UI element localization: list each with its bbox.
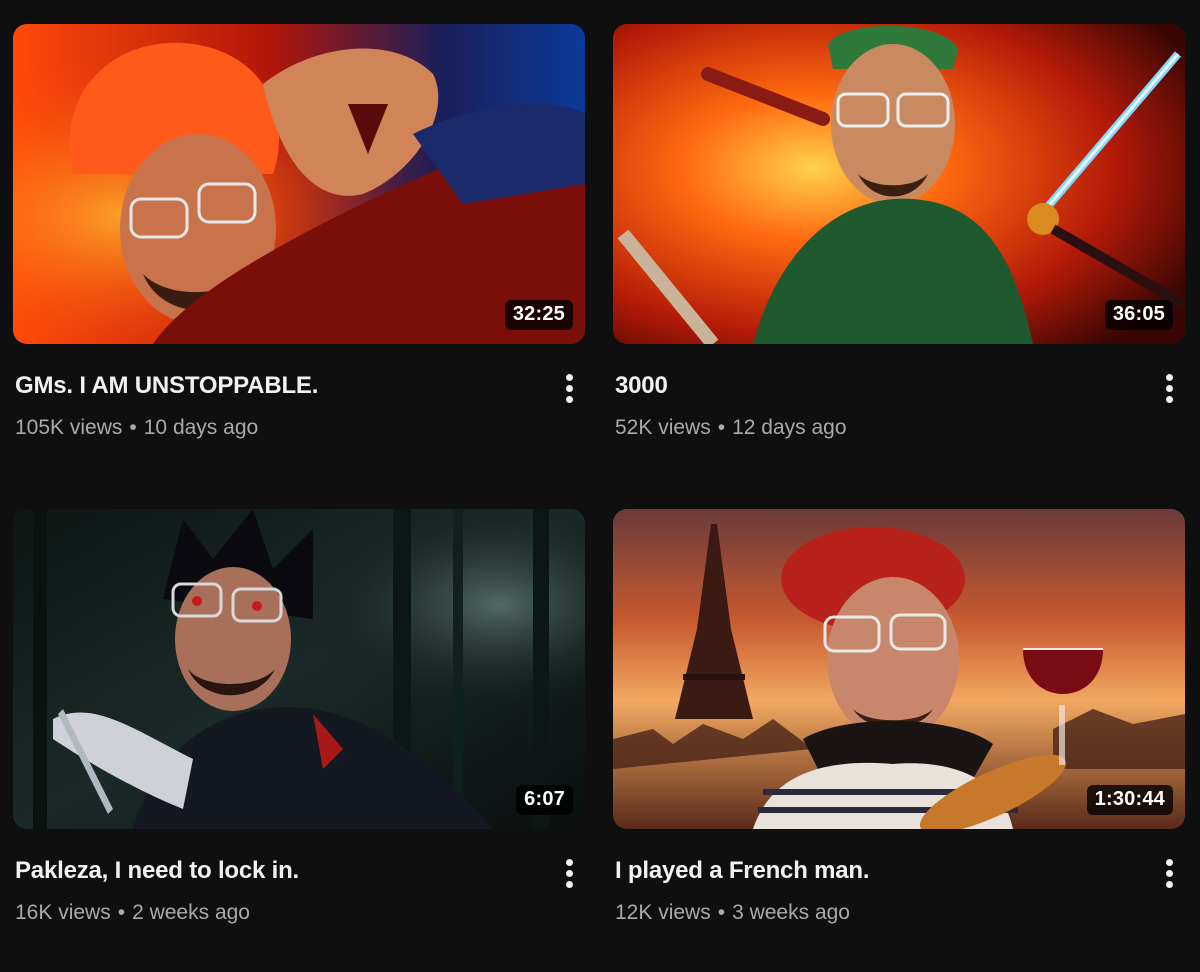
video-card[interactable]: 1:30:44 I played a French man. 12K views…: [613, 509, 1185, 926]
video-stats: 105K views • 10 days ago: [15, 415, 585, 441]
video-title[interactable]: Pakleza, I need to lock in.: [15, 856, 585, 886]
thumbnail-image: [613, 509, 1185, 829]
vertical-ellipsis-icon[interactable]: [1157, 859, 1181, 893]
video-thumbnail[interactable]: 1:30:44: [613, 509, 1185, 829]
video-thumbnail[interactable]: 6:07: [13, 509, 585, 829]
video-title[interactable]: GMs. I AM UNSTOPPABLE.: [15, 371, 585, 401]
video-duration: 1:30:44: [1086, 785, 1173, 815]
video-title[interactable]: 3000: [615, 371, 1185, 401]
video-title[interactable]: I played a French man.: [615, 856, 1185, 886]
separator-dot: •: [129, 416, 137, 439]
video-views: 52K views: [615, 416, 711, 439]
video-stats: 12K views • 3 weeks ago: [615, 900, 1185, 926]
vertical-ellipsis-icon[interactable]: [557, 374, 581, 408]
video-stats: 52K views • 12 days ago: [615, 415, 1185, 441]
thumbnail-image: [13, 24, 585, 344]
video-duration: 32:25: [504, 300, 573, 330]
video-card[interactable]: 36:05 3000 52K views • 12 days ago: [613, 24, 1185, 441]
video-meta: I played a French man. 12K views • 3 weeks…: [613, 829, 1185, 926]
video-duration: 36:05: [1104, 300, 1173, 330]
separator-dot: •: [717, 416, 726, 439]
video-views: 105K views: [15, 416, 123, 439]
separator-dot: •: [117, 901, 126, 924]
video-views: 12K views: [615, 901, 711, 924]
vertical-ellipsis-icon[interactable]: [557, 859, 581, 893]
video-card[interactable]: 32:25 GMs. I AM UNSTOPPABLE. 105K views •…: [13, 24, 585, 441]
video-stats: 16K views • 2 weeks ago: [15, 900, 585, 926]
video-thumbnail[interactable]: 32:25: [13, 24, 585, 344]
video-duration: 6:07: [516, 785, 573, 815]
video-age: 10 days ago: [143, 416, 259, 439]
video-meta: 3000 52K views • 12 days ago: [613, 344, 1185, 441]
video-card[interactable]: 6:07 Pakleza, I need to lock in. 16K vie…: [13, 509, 585, 926]
video-age: 12 days ago: [732, 416, 847, 439]
video-meta: Pakleza, I need to lock in. 16K views • 2 …: [13, 829, 585, 926]
video-age: 2 weeks ago: [132, 901, 250, 924]
video-age: 3 weeks ago: [732, 901, 850, 924]
thumbnail-image: [13, 509, 585, 829]
vertical-ellipsis-icon[interactable]: [1157, 374, 1181, 408]
separator-dot: •: [717, 901, 726, 924]
video-views: 16K views: [15, 901, 111, 924]
video-grid: 32:25 GMs. I AM UNSTOPPABLE. 105K views •…: [0, 0, 1200, 972]
thumbnail-image: [613, 24, 1185, 344]
video-thumbnail[interactable]: 36:05: [613, 24, 1185, 344]
video-meta: GMs. I AM UNSTOPPABLE. 105K views • 10 day…: [13, 344, 585, 441]
